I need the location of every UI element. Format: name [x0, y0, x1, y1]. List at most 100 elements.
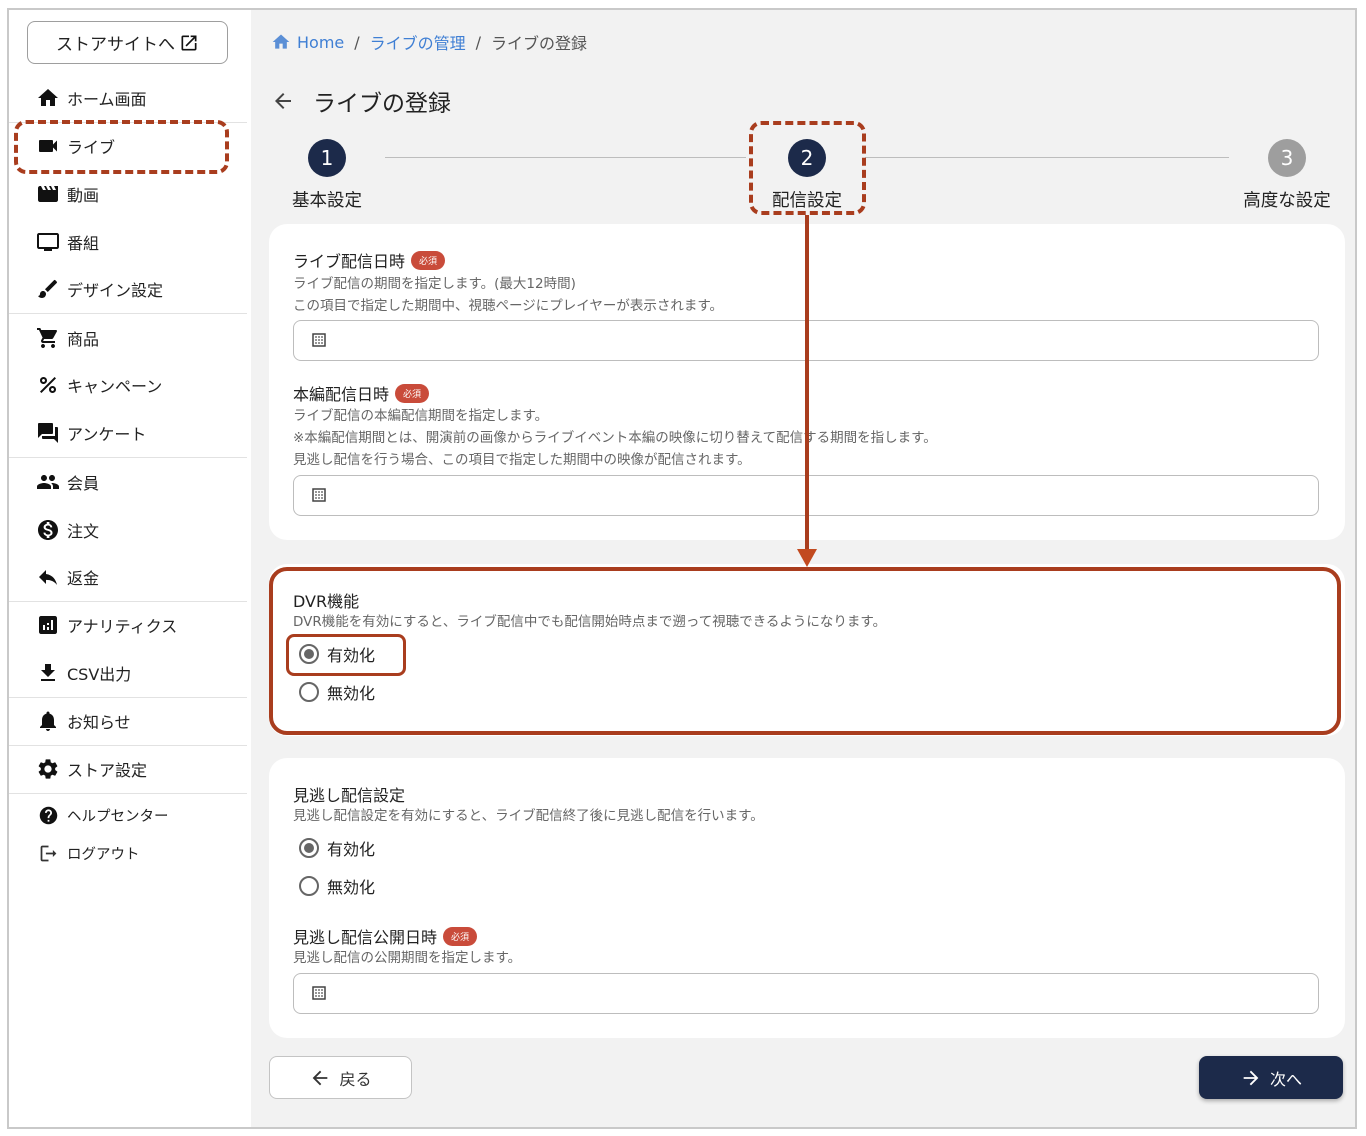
next-button-label: 次へ: [1269, 1069, 1302, 1089]
sidebar-item-label: 会員: [67, 474, 100, 493]
step-3-label: 高度な設定: [1243, 191, 1331, 211]
stepper-connector: [385, 157, 746, 158]
sidebar-item-program[interactable]: 番組: [35, 227, 245, 257]
back-button[interactable]: 戻る: [269, 1056, 412, 1099]
sidebar-item-survey[interactable]: アンケート: [35, 418, 245, 448]
gear-icon: [35, 756, 61, 782]
breadcrumb: Home / ライブの管理 / ライブの登録: [271, 30, 587, 54]
required-badge: 必須: [395, 383, 430, 403]
radio-label: 無効化: [327, 878, 376, 897]
annotation-highlight-step-2: [749, 121, 866, 215]
stepper-connector: [865, 157, 1229, 158]
step-1-label: 基本設定: [292, 191, 362, 211]
sidebar-item-analytics[interactable]: アナリティクス: [35, 610, 245, 640]
sidebar-item-store-settings[interactable]: ストア設定: [35, 754, 245, 784]
analytics-icon: [35, 612, 61, 638]
sidebar-item-video[interactable]: 動画: [35, 179, 245, 209]
logout-label: ログアウト: [67, 846, 140, 863]
breadcrumb-live-management-link[interactable]: ライブの管理: [370, 30, 466, 54]
arrow-back-icon: [313, 1070, 328, 1085]
sidebar-item-label: 動画: [67, 186, 100, 205]
sidebar-item-refund[interactable]: 返金: [35, 562, 245, 592]
calendar-icon: [310, 984, 330, 1004]
calendar-icon: [310, 486, 330, 506]
sidebar: ストアサイトへ ホーム画面 ライブ 動画 番組 デザイン設定 商品 キャンペーン…: [9, 10, 249, 1127]
home-icon: [271, 32, 291, 52]
help-line: ライブ配信の本編配信期間を指定します。: [293, 408, 549, 424]
back-button-label: 戻る: [339, 1069, 372, 1089]
bell-icon: [35, 708, 61, 734]
help-line: ライブ配信の期間を指定します。(最大12時間): [293, 276, 576, 292]
archive-disable-radio[interactable]: 無効化: [299, 874, 375, 898]
archive-publish-label: 見逃し配信公開日時: [293, 928, 438, 947]
sidebar-item-members[interactable]: 会員: [35, 467, 245, 497]
page-title: ライブの登録: [313, 91, 451, 117]
sidebar-item-home[interactable]: ホーム画面: [35, 83, 245, 113]
archive-publish-title: 見逃し配信公開日時 必須: [293, 924, 478, 948]
calendar-icon: [310, 331, 330, 351]
store-site-button[interactable]: ストアサイトへ: [27, 21, 228, 64]
logout-icon: [35, 840, 61, 866]
sidebar-item-label: アナリティクス: [67, 617, 178, 636]
help-line: この項目で指定した期間中、視聴ページにプレイヤーが表示されます。: [293, 298, 723, 314]
sidebar-item-label: ストア設定: [67, 761, 148, 780]
breadcrumb-separator: /: [475, 32, 482, 52]
main-datetime-label: 本編配信日時: [293, 385, 390, 404]
archive-title: 見逃し配信設定: [293, 786, 406, 805]
sidebar-item-label: 番組: [67, 234, 100, 253]
sidebar-item-help-center[interactable]: ヘルプセンター: [35, 800, 245, 830]
sidebar-item-logout[interactable]: ログアウト: [35, 838, 245, 868]
sidebar-item-label: キャンペーン: [67, 377, 163, 396]
reply-icon: [35, 564, 61, 590]
archive-publish-input[interactable]: [293, 973, 1319, 1014]
home-icon: [35, 85, 61, 111]
step-1-circle: 1: [308, 139, 346, 177]
sidebar-item-label: 返金: [67, 569, 100, 588]
people-icon: [35, 469, 61, 495]
breadcrumb-current: ライブの登録: [491, 34, 588, 53]
sidebar-item-label: ホーム画面: [67, 90, 147, 109]
store-site-label: ストアサイトへ: [56, 35, 175, 55]
archive-card: 見逃し配信設定 見逃し配信設定を有効にすると、ライブ配信終了後に見逃し配信を行い…: [269, 758, 1345, 1038]
app-window: ストアサイトへ ホーム画面 ライブ 動画 番組 デザイン設定 商品 キャンペーン…: [7, 8, 1357, 1129]
open-in-new-icon: [181, 35, 197, 50]
annotation-arrow-head: [797, 549, 817, 567]
sidebar-item-notifications[interactable]: お知らせ: [35, 706, 245, 736]
cart-icon: [35, 325, 61, 351]
required-badge: 必須: [443, 926, 478, 946]
annotation-arrow-line: [805, 215, 809, 551]
arrow-forward-icon: [1243, 1070, 1259, 1085]
help-center-label: ヘルプセンター: [67, 808, 169, 825]
sidebar-item-label: お知らせ: [67, 713, 131, 732]
sidebar-item-campaign[interactable]: キャンペーン: [35, 370, 245, 400]
sidebar-item-design[interactable]: デザイン設定: [35, 274, 245, 304]
main-content: Home / ライブの管理 / ライブの登録 ライブの登録 1 基本設定 2 配…: [251, 10, 1355, 1127]
main-datetime-help: ライブ配信の本編配信期間を指定します。 ※本編配信期間とは、開演前の画像からライ…: [293, 405, 937, 471]
help-line: 見逃し配信を行う場合、この項目で指定した期間中の映像が配信されます。: [293, 452, 751, 468]
help-line: ※本編配信期間とは、開演前の画像からライブイベント本編の映像に切り替えて配信する…: [293, 430, 937, 446]
sidebar-item-label: アンケート: [67, 425, 147, 444]
percent-icon: [35, 372, 61, 398]
breadcrumb-home-link[interactable]: Home: [297, 33, 344, 52]
archive-help: 見逃し配信設定を有効にすると、ライブ配信終了後に見逃し配信を行います。: [293, 808, 764, 824]
breadcrumb-separator: /: [354, 32, 360, 52]
live-datetime-label: ライブ配信日時: [293, 252, 406, 271]
sidebar-item-products[interactable]: 商品: [35, 323, 245, 353]
annotation-highlight-dvr-enable: [286, 634, 406, 676]
sidebar-item-label: 商品: [67, 330, 100, 349]
required-badge: 必須: [411, 250, 446, 270]
live-datetime-help: ライブ配信の期間を指定します。(最大12時間) この項目で指定した期間中、視聴ペ…: [293, 273, 723, 317]
sidebar-item-label: デザイン設定: [67, 281, 164, 300]
sidebar-item-orders[interactable]: 注文: [35, 515, 245, 545]
page-header: ライブの登録: [271, 84, 451, 118]
brush-icon: [35, 276, 61, 302]
download-icon: [35, 660, 61, 686]
live-datetime-title: ライブ配信日時 必須: [293, 248, 446, 272]
step-3-circle: 3: [1268, 139, 1306, 177]
sidebar-item-csv-export[interactable]: CSV出力: [35, 658, 245, 688]
movie-icon: [35, 181, 61, 207]
sidebar-item-label: 注文: [67, 522, 100, 541]
archive-enable-radio[interactable]: 有効化: [299, 836, 375, 860]
arrow-back-icon[interactable]: [271, 89, 295, 113]
next-button[interactable]: 次へ: [1199, 1056, 1343, 1099]
